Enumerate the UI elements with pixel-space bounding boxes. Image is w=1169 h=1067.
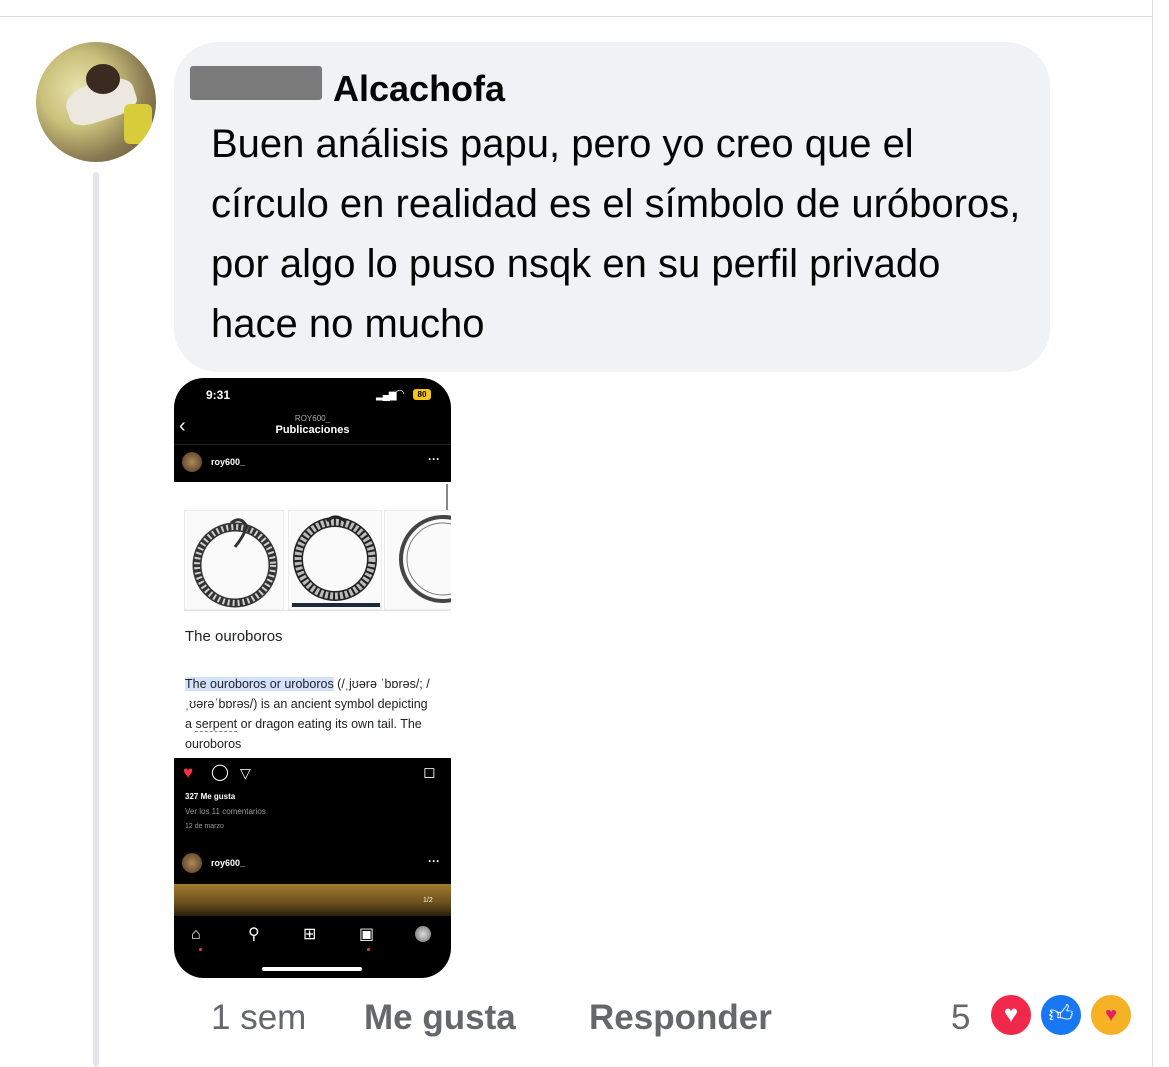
redacted-name xyxy=(190,66,322,100)
care-reaction-icon[interactable]: ♥ xyxy=(1088,992,1134,1038)
love-reaction-icon[interactable]: ♥ xyxy=(988,992,1034,1038)
ouroboros-drawing xyxy=(192,518,278,608)
post-avatar xyxy=(182,853,202,873)
signal-icon: ▂▄▆ xyxy=(376,390,396,401)
heart-icon: ♥ xyxy=(183,763,194,782)
post-actions: ♥ ◯ ▽ ◻ xyxy=(174,762,451,788)
right-divider xyxy=(1152,0,1153,1067)
attached-screenshot[interactable]: 9:31 ▂▄▆ ◠ 80 ‹ ROY600_ Publicaciones ro… xyxy=(174,378,451,978)
battery-icon: 80 xyxy=(413,389,431,400)
top-divider xyxy=(0,16,1152,17)
image-caption-bar xyxy=(292,603,380,607)
post-avatar xyxy=(182,452,202,472)
reels-icon: ▣ xyxy=(359,926,375,943)
wifi-icon: ◠ xyxy=(395,388,405,400)
like-button[interactable]: Me gusta xyxy=(364,996,516,1040)
ouroboros-drawing xyxy=(399,515,451,603)
more-icon: ··· xyxy=(428,452,440,466)
view-comments: Ver los 11 comentarios xyxy=(185,807,266,816)
comment-icon: ◯ xyxy=(211,764,229,781)
header-divider xyxy=(174,444,451,445)
send-icon: ▽ xyxy=(240,765,251,781)
like-reaction-icon[interactable]: 👍︎ xyxy=(1038,992,1084,1038)
home-indicator xyxy=(262,967,362,971)
image-results-row xyxy=(184,506,451,611)
comment-author[interactable]: Alcachofa xyxy=(333,67,505,111)
thumbs-up-icon: 👍︎ xyxy=(1048,1001,1074,1028)
search-icon: ⚲ xyxy=(248,926,260,943)
bookmark-icon: ◻ xyxy=(423,764,436,781)
post-username: roy600_ xyxy=(211,858,246,868)
likes-count: 327 Me gusta xyxy=(185,792,236,801)
heart-icon: ♥ xyxy=(1003,1001,1019,1028)
post-username: roy600_ xyxy=(211,457,246,467)
status-time: 9:31 xyxy=(206,388,231,402)
ouroboros-image xyxy=(184,510,284,610)
reply-button[interactable]: Responder xyxy=(589,996,772,1040)
create-icon: ⊞ xyxy=(303,926,317,943)
more-icon: ··· xyxy=(428,854,440,868)
post-image: The ouroboros The ouroboros or uroboros … xyxy=(174,482,451,758)
next-post-preview xyxy=(174,884,451,916)
underlined-word: serpent xyxy=(195,717,238,732)
notification-dot xyxy=(367,948,370,951)
thread-line xyxy=(93,172,99,1067)
comment-timestamp[interactable]: 1 sem xyxy=(211,996,306,1040)
page-indicator: 1/2 xyxy=(423,897,433,904)
header-username: ROY600_ xyxy=(294,414,331,423)
avatar-shape xyxy=(86,64,120,94)
ouroboros-drawing xyxy=(293,515,377,601)
bottom-nav: ⌂ ⚲ ⊞ ▣ xyxy=(174,918,451,958)
care-hug-icon: ♥ xyxy=(1105,1003,1117,1026)
comment-text: Buen análisis papu, pero yo creo que el … xyxy=(211,122,1021,346)
ouroboros-image xyxy=(288,510,382,610)
ouroboros-image xyxy=(384,510,451,610)
highlighted-text: The ouroboros or uroboros xyxy=(185,677,334,691)
profile-icon xyxy=(415,926,431,942)
notification-dot xyxy=(199,948,202,951)
avatar-shape xyxy=(124,104,152,144)
reaction-count[interactable]: 5 xyxy=(951,996,970,1040)
post-description: The ouroboros or uroboros (/ˌjʊərə ˈbɒrə… xyxy=(185,674,435,754)
header-title: Publicaciones xyxy=(275,424,350,436)
commenter-avatar[interactable] xyxy=(36,42,156,162)
home-icon: ⌂ xyxy=(191,926,201,943)
post-heading: The ouroboros xyxy=(185,628,283,645)
post-date: 12 de marzo xyxy=(185,823,224,830)
